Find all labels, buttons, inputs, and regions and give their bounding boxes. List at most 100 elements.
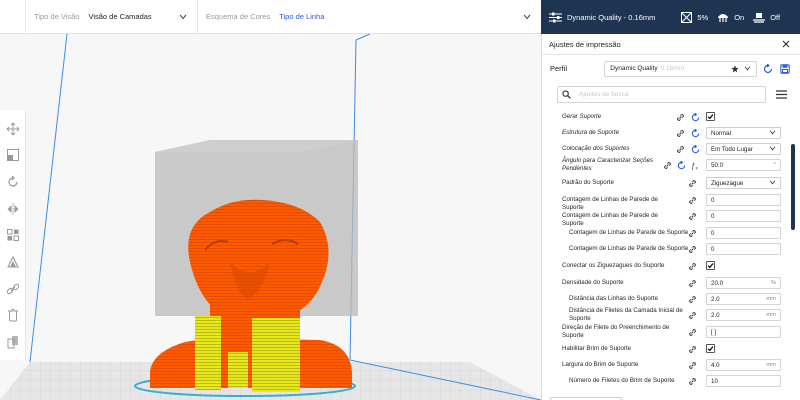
link-icon[interactable] bbox=[661, 159, 673, 171]
setting-row: Colocação dos Suportes Em Todo Lugar bbox=[557, 142, 785, 156]
link-icon[interactable] bbox=[686, 243, 698, 255]
link-icon[interactable] bbox=[686, 343, 698, 355]
setting-checkbox[interactable] bbox=[706, 112, 715, 121]
profile-summary[interactable]: Dynamic Quality - 0.16mm bbox=[549, 12, 655, 23]
chevron-down-icon bbox=[769, 180, 776, 187]
move-tool-button[interactable] bbox=[4, 120, 22, 137]
close-panel-button[interactable] bbox=[779, 37, 793, 51]
scene-render[interactable] bbox=[0, 0, 541, 400]
infill-summary[interactable]: 5% bbox=[681, 11, 709, 23]
delete-tool-button[interactable] bbox=[4, 307, 22, 324]
setting-input[interactable]: [ ] bbox=[706, 326, 781, 338]
reset-icon[interactable] bbox=[675, 159, 687, 171]
function-icon[interactable]: fx bbox=[689, 159, 701, 171]
link-icon bbox=[6, 283, 19, 294]
setting-input[interactable]: 2.0 mm bbox=[706, 293, 781, 305]
setting-input[interactable]: 10 bbox=[706, 375, 781, 387]
setting-value: 0 bbox=[711, 229, 715, 237]
link-icon[interactable] bbox=[686, 375, 698, 387]
link-icon[interactable] bbox=[686, 326, 698, 338]
chevron-down-icon bbox=[769, 146, 776, 153]
settings-scrollbar[interactable] bbox=[791, 144, 795, 230]
setting-unit: mm bbox=[766, 296, 776, 302]
reset-icon[interactable] bbox=[689, 127, 701, 139]
profile-label: Perfil bbox=[550, 64, 568, 73]
chevron-down-icon bbox=[177, 11, 189, 23]
link-icon[interactable] bbox=[686, 293, 698, 305]
star-icon bbox=[731, 64, 739, 72]
setting-row: Distância de Filetes da Camada Inicial d… bbox=[557, 307, 785, 322]
setting-input[interactable]: 0 bbox=[706, 243, 781, 255]
setting-unit: ° bbox=[773, 162, 776, 168]
reset-icon[interactable] bbox=[689, 143, 701, 155]
color-scheme-label: Esquema de Cores bbox=[206, 12, 271, 21]
setting-value: 10 bbox=[711, 377, 718, 385]
link-icon[interactable] bbox=[686, 177, 698, 189]
left-toolbar bbox=[0, 110, 26, 360]
link-icon[interactable] bbox=[686, 277, 698, 289]
support-blocker-button[interactable] bbox=[4, 253, 22, 270]
setting-row: Distância das Linhas do Suporte 2.0 mm bbox=[557, 292, 785, 306]
mirror-tool-button[interactable] bbox=[4, 200, 22, 217]
save-profile-button[interactable] bbox=[778, 62, 792, 76]
profile-dropdown[interactable]: Dynamic Quality 0.16mm bbox=[604, 60, 757, 77]
search-box[interactable] bbox=[557, 85, 766, 103]
setting-input[interactable]: 0 bbox=[706, 210, 781, 222]
setting-input[interactable]: 2.0 mm bbox=[706, 309, 781, 321]
profile-layer-height: 0.16mm bbox=[660, 65, 685, 72]
reset-profile-button[interactable] bbox=[761, 62, 775, 76]
setting-input[interactable]: 20.0% bbox=[706, 277, 781, 289]
profile-name: Dynamic Quality bbox=[610, 65, 658, 72]
settings-menu-button[interactable] bbox=[774, 87, 788, 101]
setting-row: Padrão do Suporte Ziguezague bbox=[557, 176, 785, 190]
link-icon[interactable] bbox=[686, 227, 698, 239]
infill-summary-text: 5% bbox=[697, 12, 709, 22]
setting-value: Normal bbox=[711, 129, 731, 137]
setting-value: 50.0 bbox=[711, 161, 724, 169]
hamburger-menu-icon bbox=[775, 89, 787, 99]
viewport-3d[interactable] bbox=[0, 0, 541, 400]
rotate-tool-button[interactable] bbox=[4, 173, 22, 190]
setting-checkbox[interactable] bbox=[706, 344, 715, 353]
setting-input[interactable]: 4.0 mm bbox=[706, 359, 781, 371]
link-icon[interactable] bbox=[686, 194, 698, 206]
link-icon[interactable] bbox=[674, 111, 686, 123]
view-type-dropdown[interactable]: Tipo de Visão Visão de Camadas bbox=[26, 0, 198, 34]
reset-icon bbox=[763, 63, 772, 73]
setting-input[interactable]: 0 bbox=[706, 194, 781, 206]
link-icon[interactable] bbox=[686, 359, 698, 371]
support-blocker-icon bbox=[6, 255, 19, 268]
reset-icon[interactable] bbox=[689, 111, 701, 123]
sliders-icon bbox=[549, 12, 562, 22]
rotate-icon bbox=[7, 175, 18, 187]
setting-label: Gerar Suporte bbox=[562, 113, 602, 120]
link-icon[interactable] bbox=[686, 309, 698, 321]
top-left-corner bbox=[0, 0, 26, 34]
search-icon bbox=[562, 89, 571, 99]
link-tool-button[interactable] bbox=[4, 280, 22, 297]
color-scheme-dropdown[interactable]: Esquema de Cores Tipo de Linha bbox=[198, 0, 541, 34]
svg-text:x: x bbox=[695, 165, 698, 169]
support-summary[interactable]: On bbox=[717, 12, 744, 23]
scale-tool-button[interactable] bbox=[4, 147, 22, 164]
view-type-value: Visão de Camadas bbox=[88, 12, 152, 21]
setting-unit: % bbox=[770, 280, 776, 286]
setting-dropdown[interactable]: Em Todo Lugar bbox=[706, 143, 781, 155]
setting-dropdown[interactable]: Ziguezague bbox=[706, 177, 781, 189]
setting-input[interactable]: 0 bbox=[706, 227, 781, 239]
print-setup-header[interactable]: Dynamic Quality - 0.16mm 5% On Off bbox=[541, 0, 800, 34]
link-icon[interactable] bbox=[674, 143, 686, 155]
chevron-down-icon bbox=[769, 130, 776, 137]
search-input[interactable] bbox=[579, 90, 749, 98]
per-model-settings-button[interactable] bbox=[4, 227, 22, 244]
link-icon[interactable] bbox=[686, 210, 698, 222]
setting-checkbox[interactable] bbox=[706, 261, 715, 270]
link-icon[interactable] bbox=[686, 260, 698, 272]
adhesion-summary[interactable]: Off bbox=[753, 12, 780, 23]
group-tool-button[interactable] bbox=[4, 333, 22, 350]
setting-input[interactable]: 50.0 ° bbox=[706, 159, 781, 171]
per-model-settings-icon bbox=[6, 229, 19, 242]
setting-dropdown[interactable]: Normal bbox=[706, 127, 781, 139]
link-icon[interactable] bbox=[674, 127, 686, 139]
trash-icon bbox=[7, 309, 18, 322]
